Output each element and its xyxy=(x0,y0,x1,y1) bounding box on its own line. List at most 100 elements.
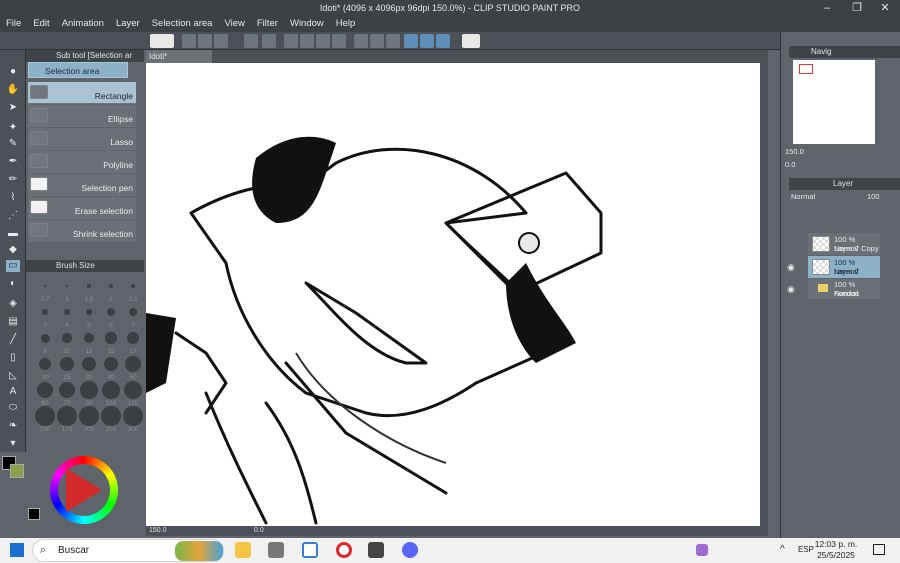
brush-tool-icon[interactable]: ⌇ xyxy=(6,192,20,204)
menu-animation[interactable]: Animation xyxy=(56,16,110,32)
brush-size-preset[interactable] xyxy=(79,406,99,426)
minimize-button[interactable]: – xyxy=(812,0,842,16)
clear-icon[interactable] xyxy=(284,34,298,48)
navigator-angle[interactable]: 0.0 xyxy=(785,160,795,169)
undo-icon[interactable] xyxy=(244,34,258,48)
subtool-item-polyline[interactable]: Polyline xyxy=(28,151,136,173)
navigator-view-box[interactable] xyxy=(799,64,813,74)
text-tool-icon[interactable]: A xyxy=(6,386,20,398)
brush-size-preset[interactable] xyxy=(60,357,74,371)
navigator-preview[interactable] xyxy=(793,60,875,144)
frame-tool-icon[interactable]: ▯ xyxy=(6,352,20,364)
brush-size-preset[interactable] xyxy=(101,406,121,426)
brush-size-preset[interactable] xyxy=(44,285,46,287)
open-file-icon[interactable] xyxy=(198,34,212,48)
menu-edit[interactable]: Edit xyxy=(27,16,55,32)
brush-size-preset[interactable] xyxy=(62,333,72,343)
menu-selection-area[interactable]: Selection area xyxy=(146,16,219,32)
canvas-vertical-scrollbar[interactable] xyxy=(760,63,768,526)
brush-size-preset[interactable] xyxy=(101,380,121,400)
redo-icon[interactable] xyxy=(262,34,276,48)
layer-tab[interactable]: Layer xyxy=(833,179,853,188)
menu-window[interactable]: Window xyxy=(284,16,330,32)
windows-start-icon[interactable] xyxy=(10,543,24,557)
brush-size-preset[interactable] xyxy=(37,382,53,398)
brush-size-preset[interactable] xyxy=(65,284,69,288)
rotation-readout[interactable]: 0.0 xyxy=(254,526,264,536)
transform-icon[interactable] xyxy=(332,34,346,48)
airbrush-tool-icon[interactable]: ⋰ xyxy=(6,210,20,222)
clip-studio-taskbar-icon[interactable] xyxy=(368,542,384,558)
subtool-item-erase-selection[interactable]: Erase selection xyxy=(28,197,136,219)
blend-tool-icon[interactable]: ◐ xyxy=(6,278,20,290)
brush-size-preset[interactable] xyxy=(107,308,115,316)
file-explorer-icon[interactable] xyxy=(235,542,251,558)
small-main-color-icon[interactable] xyxy=(28,508,40,520)
brush-size-preset[interactable] xyxy=(83,332,95,344)
brush-size-preset[interactable] xyxy=(35,406,55,426)
color-wheel[interactable] xyxy=(50,456,118,524)
brush-size-preset[interactable] xyxy=(38,357,52,371)
brush-size-preset[interactable] xyxy=(85,308,93,316)
notification-icon[interactable] xyxy=(873,544,885,555)
snap-ruler-icon[interactable] xyxy=(404,34,418,48)
pencil-tool-icon[interactable]: ✏ xyxy=(6,174,20,186)
subtool-item-ellipse[interactable]: Ellipse xyxy=(28,105,136,127)
opera-browser-icon[interactable] xyxy=(336,542,352,558)
zoom-readout[interactable]: 150.0 xyxy=(149,526,167,536)
decoration-tool-icon[interactable]: ▬ xyxy=(6,228,20,240)
brush-size-preset[interactable] xyxy=(87,284,91,288)
navigator-tab[interactable]: Navig xyxy=(811,47,831,56)
subtool-item-rectangle[interactable]: Rectangle xyxy=(28,82,136,104)
blend-mode-select[interactable]: Normal xyxy=(791,192,815,201)
word-app-icon[interactable] xyxy=(302,542,318,558)
figure-tool-icon[interactable]: ╱ xyxy=(6,334,20,346)
eyedropper-tool-icon[interactable]: ✎ xyxy=(6,138,20,150)
close-button[interactable]: ✕ xyxy=(870,0,900,16)
snap-grid-icon[interactable] xyxy=(436,34,450,48)
menu-file[interactable]: File xyxy=(0,16,27,32)
snap-special-ruler-icon[interactable] xyxy=(420,34,434,48)
brush-size-preset[interactable] xyxy=(42,309,48,315)
system-clock[interactable]: 12:03 p. m. 25/5/2025 xyxy=(808,539,864,561)
ruler-tool-icon[interactable]: ◺ xyxy=(6,370,20,382)
brush-size-preset[interactable] xyxy=(58,381,76,399)
drawing-canvas[interactable] xyxy=(146,63,760,526)
subtool-group-selection-area[interactable]: Selection area xyxy=(28,62,128,78)
eraser-tool-icon[interactable]: ◆ xyxy=(6,244,20,256)
brush-size-preset[interactable] xyxy=(127,332,139,344)
brush-size-preset[interactable] xyxy=(103,356,119,372)
invert-selection-icon[interactable] xyxy=(370,34,384,48)
menu-layer[interactable]: Layer xyxy=(110,16,146,32)
deselect-icon[interactable] xyxy=(354,34,368,48)
balloon-tool-icon[interactable]: ⬭ xyxy=(6,402,20,414)
subtool-item-selection-pen[interactable]: Selection pen xyxy=(28,174,136,196)
pen-tool-icon[interactable]: ✒ xyxy=(6,156,20,168)
subtool-item-shrink-selection[interactable]: Shrink selection xyxy=(28,220,136,242)
menu-filter[interactable]: Filter xyxy=(251,16,284,32)
sub-color-swatch[interactable] xyxy=(10,464,24,478)
menu-help[interactable]: Help xyxy=(330,16,362,32)
opacity-value[interactable]: 100 xyxy=(867,192,880,201)
subtool-item-lasso[interactable]: Lasso xyxy=(28,128,136,150)
brush-size-preset[interactable] xyxy=(105,332,117,344)
chat-app-icon[interactable] xyxy=(402,542,418,558)
color-mix-tool-icon[interactable]: ▾ xyxy=(6,438,20,450)
pen-app-icon[interactable] xyxy=(696,544,708,556)
layer-row-layer-7[interactable]: 100 % Normal Layer 7 xyxy=(808,256,880,278)
paint-app-icon[interactable] xyxy=(268,542,284,558)
gradient-tool-icon[interactable]: ▤ xyxy=(6,316,20,328)
fill-tool-icon[interactable]: ◈ xyxy=(6,298,20,310)
clear-outside-icon[interactable] xyxy=(300,34,314,48)
brush-size-preset[interactable] xyxy=(125,356,141,372)
brush-size-preset[interactable] xyxy=(128,307,138,317)
document-tab[interactable]: Idoti* xyxy=(146,50,212,63)
brush-size-preset[interactable] xyxy=(57,406,77,426)
brush-size-preset[interactable] xyxy=(130,283,136,289)
move-tool-icon[interactable]: ➤ xyxy=(6,102,20,114)
menu-view[interactable]: View xyxy=(218,16,250,32)
eye-icon[interactable]: ◉ xyxy=(787,262,795,273)
show-selection-icon[interactable] xyxy=(386,34,400,48)
hand-tool-icon[interactable]: ✋ xyxy=(6,84,20,96)
layer-row-layer-7-copy[interactable]: 100 % Normal Layer 7 Copy xyxy=(808,233,880,255)
